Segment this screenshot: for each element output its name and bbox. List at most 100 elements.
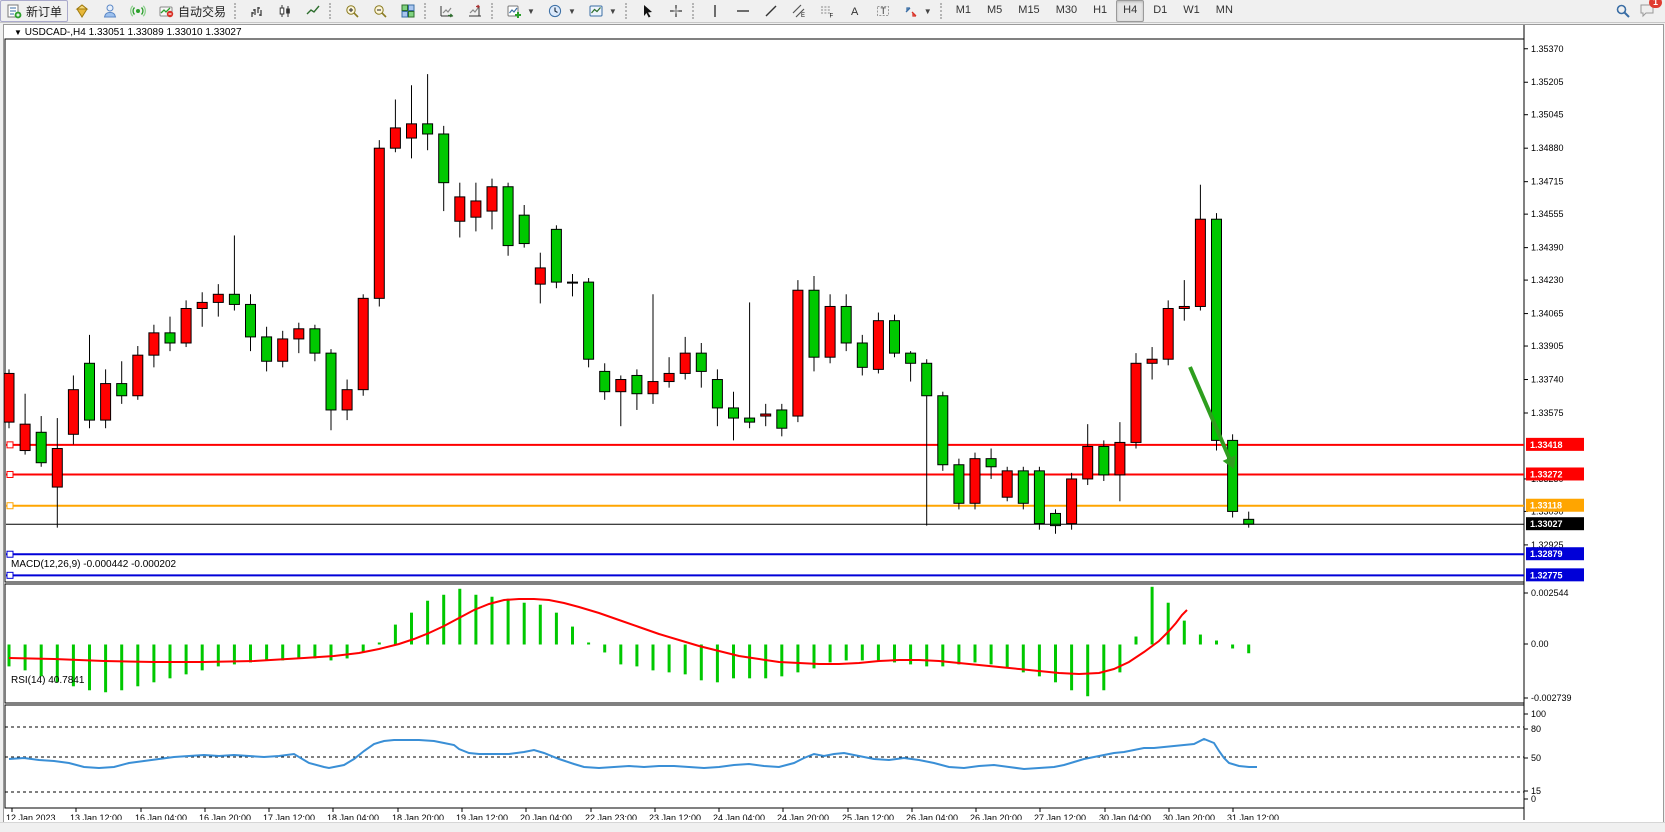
line-anchor-handle[interactable] [7,471,13,477]
candlestick-button[interactable] [271,0,299,22]
chart-window[interactable]: ▼ USDCAD-,H4 1.33051 1.33089 1.33010 1.3… [3,24,1664,823]
timeframe-h1[interactable]: H1 [1086,0,1114,22]
candle-body [712,380,722,408]
candle-body [358,298,368,389]
time-axis-label: 16 Jan 04:00 [135,813,187,820]
crosshair-button[interactable] [662,0,690,22]
zoom-in-button[interactable] [338,0,366,22]
trendline-icon [763,3,779,19]
candle-body [36,432,46,462]
collapse-triangle-icon[interactable]: ▼ [14,28,22,37]
bar-chart-icon [249,3,265,19]
autotrading-label: 自动交易 [178,3,226,20]
candle-body [568,282,578,283]
candle-body [487,187,497,211]
horizontal-line-icon [735,3,751,19]
candle-body [278,339,288,361]
candle-body [922,363,932,395]
candle-body [632,375,642,393]
notifications-button[interactable]: 1 [1639,2,1655,21]
timeframe-m1[interactable]: M1 [949,0,978,22]
trendline-button[interactable] [757,0,785,22]
line-anchor-handle[interactable] [7,551,13,557]
rsi-axis-label: 80 [1531,724,1541,734]
candle-body [1034,471,1044,524]
auto-scroll-button[interactable] [433,0,461,22]
zoom-out-button[interactable] [366,0,394,22]
candle-body [1179,306,1189,308]
candle-body [1212,219,1222,440]
time-axis-label: 18 Jan 20:00 [392,813,444,820]
chevron-down-icon: ▼ [568,7,576,16]
equidistant-channel-button[interactable]: E [785,0,813,22]
line-chart-button[interactable] [299,0,327,22]
price-tick-label: 1.34880 [1531,143,1564,153]
cursor-button[interactable] [634,0,662,22]
add-indicator-icon [506,3,522,19]
candle-body [229,294,239,304]
timeframe-d1[interactable]: D1 [1146,0,1174,22]
templates-button[interactable]: ▼ [582,0,623,22]
candle-body [1067,479,1077,524]
vertical-line-button[interactable] [701,0,729,22]
search-icon[interactable] [1615,3,1631,19]
candle-body [1147,359,1157,363]
signals-button[interactable] [124,0,152,22]
notification-badge: 1 [1649,0,1662,8]
new-order-icon [6,3,22,19]
candle-body [342,390,352,410]
candle-body [1115,442,1125,474]
text-icon: A [847,3,863,19]
timeframe-mn[interactable]: MN [1209,0,1240,22]
horizontal-line-button[interactable] [729,0,757,22]
line-anchor-handle[interactable] [7,503,13,509]
candlestick-icon [277,3,293,19]
text-button[interactable]: A [841,0,869,22]
time-axis-label: 16 Jan 20:00 [199,813,251,820]
candle-body [890,321,900,353]
candle-body [600,371,610,391]
price-tick-label: 1.33575 [1531,408,1564,418]
svg-text:E: E [801,13,805,19]
new-order-button[interactable]: 新订单 [0,0,68,22]
time-axis-label: 30 Jan 20:00 [1163,813,1215,820]
price-tick-label: 1.34230 [1531,275,1564,285]
toolbar-separator [940,3,947,19]
periods-button[interactable]: ▼ [541,0,582,22]
accounts-button[interactable] [96,0,124,22]
line-anchor-handle[interactable] [7,572,13,578]
text-label-button[interactable]: T [869,0,897,22]
price-tick-label: 1.35370 [1531,44,1564,54]
candle-body [390,128,400,148]
bar-chart-button[interactable] [243,0,271,22]
candle-body [664,373,674,381]
candle-body [954,465,964,504]
time-axis-label: 22 Jan 23:00 [585,813,637,820]
macd-axis-label: 0.002544 [1531,588,1569,598]
price-tick-label: 1.33740 [1531,375,1564,385]
metaeditor-button[interactable] [68,0,96,22]
toolbar-separator [329,3,336,19]
indicators-button[interactable]: ▼ [500,0,541,22]
timeframe-w1[interactable]: W1 [1176,0,1207,22]
candle-body [1244,519,1254,524]
candle-body [1083,446,1093,478]
chart-shift-button[interactable] [461,0,489,22]
timeframe-m30[interactable]: M30 [1049,0,1084,22]
fibonacci-button[interactable]: F [813,0,841,22]
chart-shift-icon [467,3,483,19]
tile-windows-button[interactable] [394,0,422,22]
line-anchor-handle[interactable] [7,442,13,448]
price-chart-canvas[interactable]: 1.353701.352051.350451.348801.347151.345… [4,25,1661,820]
time-axis-label: 26 Jan 04:00 [906,813,958,820]
zoom-out-icon [372,3,388,19]
autotrading-button[interactable]: 自动交易 [152,0,232,22]
time-axis-label: 30 Jan 04:00 [1099,813,1151,820]
candle-body [197,302,207,308]
macd-axis-label: -0.002739 [1531,693,1572,703]
timeframe-h4[interactable]: H4 [1116,0,1144,22]
timeframe-m5[interactable]: M5 [980,0,1009,22]
timeframe-m15[interactable]: M15 [1011,0,1046,22]
arrows-tool-button[interactable]: ▼ [897,0,938,22]
candle-body [745,418,755,422]
